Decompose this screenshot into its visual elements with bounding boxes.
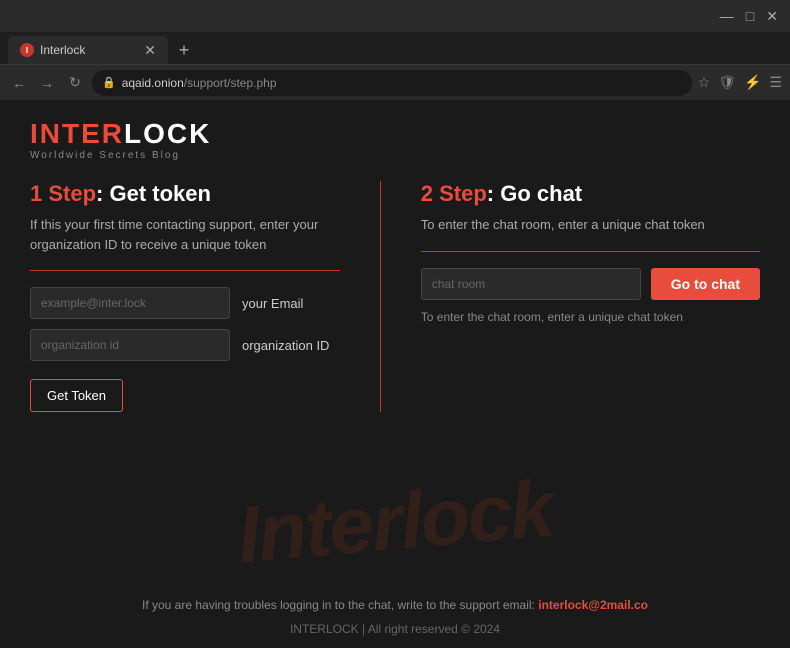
go-to-chat-button[interactable]: Go to chat: [651, 268, 760, 300]
back-button[interactable]: ←: [8, 72, 30, 94]
restore-button[interactable]: □: [746, 8, 754, 24]
step1-heading-text: : Get token: [96, 181, 211, 206]
shield-icon[interactable]: 🛡: [718, 74, 736, 91]
main-container: INTERLOCK Worldwide Secrets Blog 1 Step:…: [0, 100, 790, 432]
footer-email: interlock@2mail.co: [538, 598, 648, 612]
logo-lock: LOCK: [124, 118, 211, 149]
footer-copyright: INTERLOCK | All right reserved © 2024: [30, 622, 760, 636]
step1-divider: [30, 270, 340, 271]
org-input[interactable]: [30, 329, 230, 361]
step1-num: 1 Step: [30, 181, 96, 206]
title-bar: — □ ✕: [0, 0, 790, 32]
active-tab[interactable]: I Interlock ✕: [8, 36, 168, 64]
logo-tagline: Worldwide Secrets Blog: [30, 150, 760, 161]
tab-bar: I Interlock ✕ +: [0, 32, 790, 64]
forward-button[interactable]: →: [36, 72, 58, 94]
window-controls-right: — □ ✕: [720, 8, 782, 25]
org-label: organization ID: [242, 338, 329, 353]
watermark: Interlock: [0, 442, 790, 603]
step2-divider: [421, 251, 760, 252]
step1-heading: 1 Step: Get token: [30, 181, 340, 207]
url-domain: aqaid.onion: [122, 76, 184, 90]
tab-favicon: I: [20, 43, 34, 57]
close-button[interactable]: ✕: [766, 8, 778, 25]
url-path: /support/step.php: [184, 76, 277, 90]
browser-chrome: — □ ✕ I Interlock ✕ + ← → ↻ 🔒 aqaid.onio…: [0, 0, 790, 100]
security-icon: 🔒: [102, 76, 116, 89]
email-input[interactable]: [30, 287, 230, 319]
tab-close-button[interactable]: ✕: [144, 42, 156, 59]
two-col-layout: 1 Step: Get token If this your first tim…: [30, 181, 760, 412]
step1-description: If this your first time contacting suppo…: [30, 215, 340, 254]
step2-heading-text: : Go chat: [487, 181, 582, 206]
step2-description: To enter the chat room, enter a unique c…: [421, 215, 760, 235]
step2-num: 2 Step: [421, 181, 487, 206]
refresh-button[interactable]: ↻: [64, 72, 86, 94]
chat-hint: To enter the chat room, enter a unique c…: [421, 310, 760, 324]
email-label: your Email: [242, 296, 303, 311]
extensions-icon[interactable]: ⚡: [744, 74, 761, 91]
email-row: your Email: [30, 287, 340, 319]
nav-icons-right: ☆ 🛡 ⚡ ☰: [698, 74, 782, 91]
bookmark-icon[interactable]: ☆: [698, 74, 711, 91]
menu-icon[interactable]: ☰: [769, 74, 782, 91]
step2-column: 2 Step: Go chat To enter the chat room, …: [421, 181, 760, 412]
step2-heading: 2 Step: Go chat: [421, 181, 760, 207]
footer: If you are having troubles logging in to…: [0, 586, 790, 648]
column-divider: [380, 181, 381, 412]
org-row: organization ID: [30, 329, 340, 361]
page-content: Interlock INTERLOCK Worldwide Secrets Bl…: [0, 100, 790, 648]
get-token-button[interactable]: Get Token: [30, 379, 123, 412]
footer-trouble-text: If you are having troubles logging in to…: [142, 598, 535, 612]
logo-section: INTERLOCK Worldwide Secrets Blog: [30, 120, 760, 161]
footer-trouble: If you are having troubles logging in to…: [30, 598, 760, 612]
url-text: aqaid.onion/support/step.php: [122, 76, 682, 90]
url-bar[interactable]: 🔒 aqaid.onion/support/step.php: [92, 70, 692, 96]
nav-bar: ← → ↻ 🔒 aqaid.onion/support/step.php ☆ 🛡…: [0, 64, 790, 100]
step1-column: 1 Step: Get token If this your first tim…: [30, 181, 340, 412]
minimize-button[interactable]: —: [720, 8, 734, 24]
tab-title: Interlock: [40, 43, 85, 57]
logo: INTERLOCK: [30, 120, 760, 148]
chat-row: Go to chat: [421, 268, 760, 300]
new-tab-button[interactable]: +: [172, 38, 196, 62]
logo-inter: INTER: [30, 118, 124, 149]
chat-token-input[interactable]: [421, 268, 641, 300]
